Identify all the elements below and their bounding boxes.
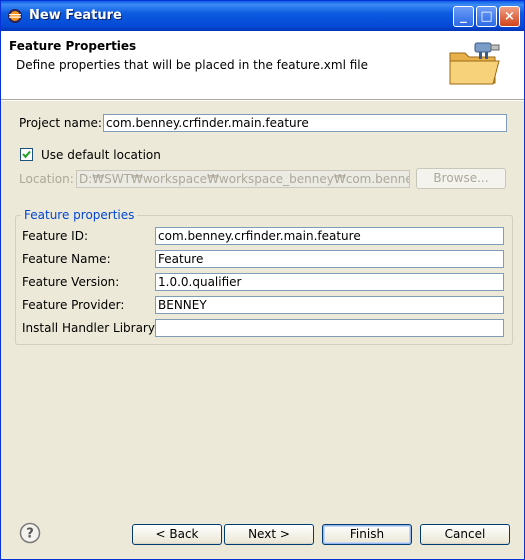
header-title: Feature Properties: [9, 39, 137, 53]
use-default-location-label[interactable]: Use default location: [41, 148, 161, 162]
browse-button[interactable]: Browse...: [416, 168, 506, 189]
title-bar[interactable]: New Feature _ □ ×: [1, 1, 524, 31]
feature-provider-field[interactable]: BENNEY: [155, 296, 504, 314]
install-handler-label: Install Handler Library:: [22, 321, 159, 335]
new-feature-dialog: New Feature _ □ × Feature Properties Def…: [0, 0, 525, 560]
feature-provider-label: Feature Provider:: [22, 298, 125, 312]
help-icon[interactable]: ?: [19, 522, 41, 544]
close-button[interactable]: ×: [499, 6, 520, 27]
location-label: Location:: [19, 172, 74, 186]
next-button[interactable]: Next >: [224, 524, 314, 545]
back-button[interactable]: < Back: [132, 524, 222, 545]
header-separator: [1, 100, 524, 101]
svg-text:?: ?: [26, 527, 34, 542]
maximize-button[interactable]: □: [476, 6, 497, 27]
folder-plugin-icon: [449, 42, 500, 85]
install-handler-field[interactable]: [155, 319, 504, 337]
feature-version-label: Feature Version:: [22, 275, 120, 289]
location-field[interactable]: D:₩SWT₩workspace₩workspace_benney₩com.be…: [76, 170, 410, 188]
feature-id-field[interactable]: com.benney.crfinder.main.feature: [155, 227, 504, 245]
eclipse-icon: [8, 9, 22, 23]
feature-properties-title: Feature properties: [21, 208, 138, 222]
feature-name-label: Feature Name:: [22, 252, 111, 266]
project-name-field[interactable]: com.benney.crfinder.main.feature: [103, 114, 507, 132]
window-title: New Feature: [29, 8, 122, 23]
feature-name-field[interactable]: Feature: [155, 250, 504, 268]
header-description: Define properties that will be placed in…: [16, 58, 368, 72]
checkmark-icon: [22, 150, 31, 159]
feature-version-field[interactable]: 1.0.0.qualifier: [155, 273, 504, 291]
feature-id-label: Feature ID:: [22, 229, 88, 243]
cancel-button[interactable]: Cancel: [420, 524, 510, 545]
minimize-button[interactable]: _: [453, 6, 474, 27]
wizard-header: Feature Properties Define properties tha…: [1, 31, 524, 100]
use-default-location-checkbox[interactable]: [20, 148, 33, 161]
finish-button[interactable]: Finish: [322, 524, 412, 545]
project-name-label: Project name:: [19, 116, 102, 130]
